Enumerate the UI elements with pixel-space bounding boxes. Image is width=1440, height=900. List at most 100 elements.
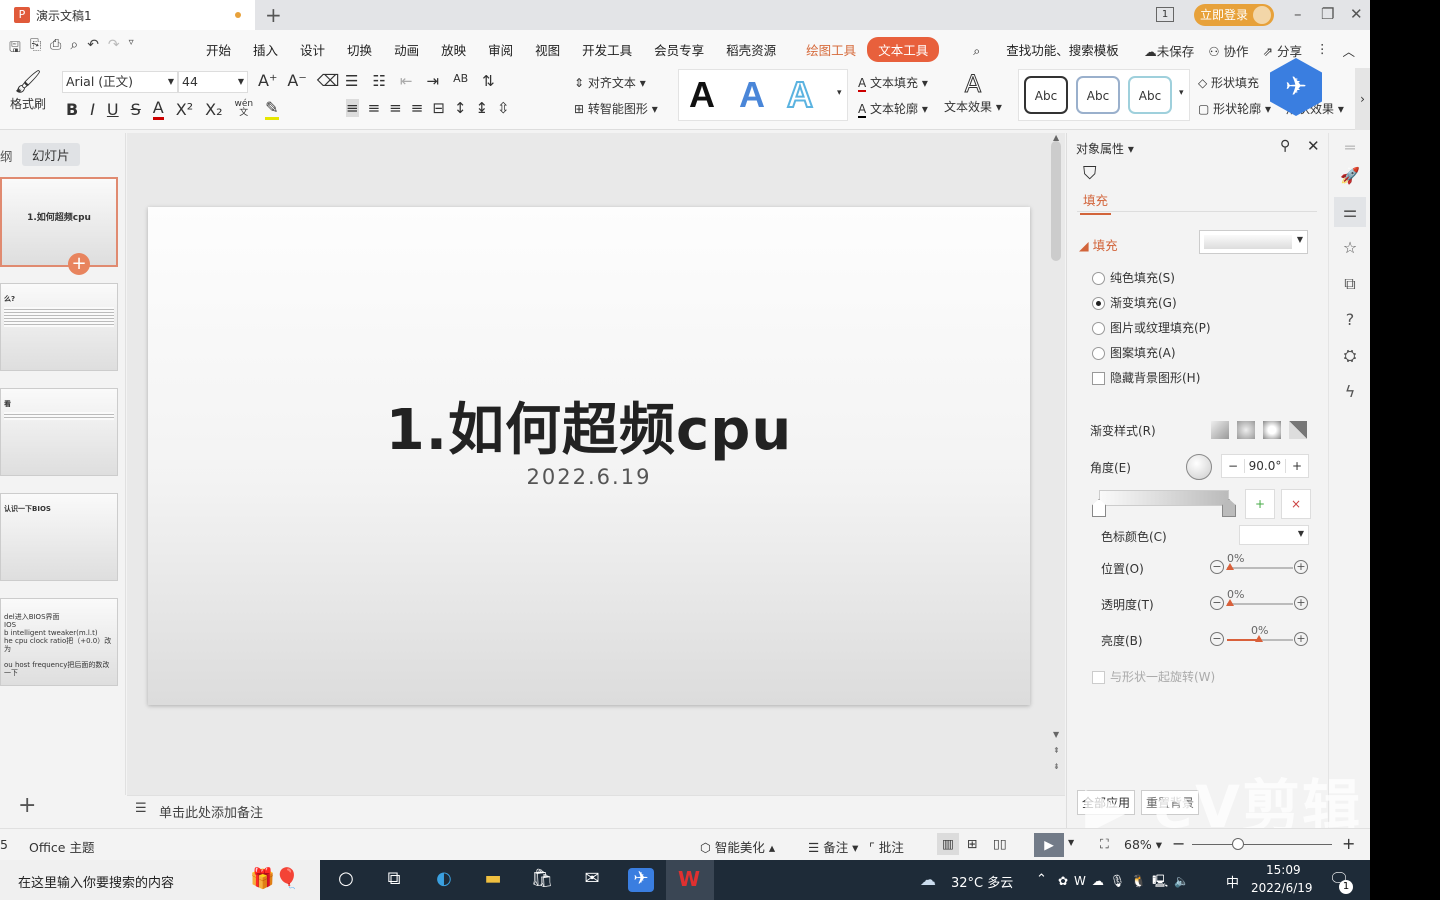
tab-insert[interactable]: 插入: [242, 40, 289, 59]
tab-text-tools[interactable]: 文本工具: [867, 36, 940, 62]
tab-drawing-tools[interactable]: 绘图工具: [795, 40, 867, 59]
wordart-outline[interactable]: A: [786, 73, 814, 116]
fill-section-toggle[interactable]: ◢ 填充: [1079, 235, 1118, 254]
decrease-indent-icon[interactable]: ⇤: [400, 72, 413, 90]
radio-solid-fill[interactable]: 纯色填充(S): [1092, 269, 1175, 286]
increment-button[interactable]: +: [1286, 459, 1308, 473]
decrease-font-icon[interactable]: A⁻: [287, 71, 306, 90]
wordart-black[interactable]: A: [689, 74, 715, 116]
reading-view-icon[interactable]: ▯▯: [993, 836, 1007, 851]
tab-docer[interactable]: 稻壳资源: [715, 40, 787, 59]
radio-picture-fill[interactable]: 图片或纹理填充(P): [1092, 319, 1211, 336]
comments-button[interactable]: ⌜ 批注: [869, 837, 904, 856]
help-icon[interactable]: ?: [1339, 310, 1361, 332]
print-preview-icon[interactable]: ⌕: [70, 37, 78, 61]
customize-dropdown-icon[interactable]: ▿: [129, 37, 134, 61]
tab-view[interactable]: 视图: [524, 40, 571, 59]
distribute-icon[interactable]: ⊟: [432, 99, 445, 117]
slide-thumbnail-4[interactable]: 认识一下BIOS: [0, 493, 118, 581]
hide-background-checkbox[interactable]: 隐藏背景图形(H): [1092, 369, 1200, 386]
scroll-up-icon[interactable]: ▲: [1053, 133, 1059, 142]
transparency-increase-icon[interactable]: +: [1294, 596, 1308, 610]
tab-slideshow[interactable]: 放映: [430, 40, 477, 59]
fit-window-icon[interactable]: ⛶: [1100, 836, 1109, 852]
gradient-path[interactable]: [1289, 421, 1307, 439]
notes-area[interactable]: ☰ 单击此处添加备注: [127, 795, 1065, 825]
shape-style-3[interactable]: Abc: [1128, 76, 1172, 114]
tab-home[interactable]: 开始: [195, 40, 242, 59]
align-right-icon[interactable]: ≡: [389, 99, 402, 117]
chevron-down-icon[interactable]: ▼: [1068, 838, 1074, 847]
taskbar-search[interactable]: 在这里输入你要搜索的内容 🎁🎈: [0, 860, 320, 900]
zoom-in-button[interactable]: +: [1342, 834, 1355, 853]
add-slide-icon[interactable]: +: [68, 253, 90, 275]
tray-expand-icon[interactable]: ⌃: [1036, 872, 1047, 887]
redo-icon[interactable]: ↷: [108, 37, 120, 61]
text-fill-button[interactable]: A 文本填充 ▾: [858, 74, 928, 92]
font-size-select[interactable]: 44 ▼: [178, 71, 248, 93]
cortana-icon[interactable]: ○: [333, 868, 359, 892]
task-view-icon[interactable]: ⧉: [381, 868, 407, 892]
bullet-list-icon[interactable]: ☰: [345, 72, 358, 90]
weather-text[interactable]: 32°C 多云: [951, 872, 1013, 891]
align-left-icon[interactable]: ≡: [346, 99, 359, 117]
clock-time[interactable]: 15:09: [1266, 863, 1301, 877]
undo-icon[interactable]: ↶: [87, 37, 99, 61]
save-icon[interactable]: 🖫: [9, 37, 21, 61]
italic-icon[interactable]: I: [90, 100, 95, 119]
ime-indicator[interactable]: 中: [1226, 872, 1239, 891]
share-button[interactable]: ⇗ 分享: [1263, 41, 1302, 60]
bird-app-icon[interactable]: ✈: [628, 868, 654, 892]
tab-member[interactable]: 会员专享: [643, 40, 715, 59]
increase-font-icon[interactable]: A⁺: [258, 71, 277, 90]
zoom-slider[interactable]: [1192, 844, 1332, 845]
underline-icon[interactable]: U: [107, 100, 119, 119]
transparency-slider[interactable]: [1227, 603, 1293, 605]
close-panel-icon[interactable]: ✕: [1307, 137, 1320, 155]
slide-thumbnail-5[interactable]: del进入BIOS界面 IOS b intelligent tweaker(m.…: [0, 598, 118, 686]
phonetic-guide-icon[interactable]: wén 文: [235, 100, 254, 118]
tab-slides[interactable]: 幻灯片: [22, 143, 80, 166]
slide-thumbnail-3[interactable]: 看: [0, 388, 118, 476]
normal-view-icon[interactable]: ▥: [937, 833, 959, 855]
tab-animations[interactable]: 动画: [383, 40, 430, 59]
pin-icon[interactable]: ⚲: [1280, 138, 1290, 154]
more-icon[interactable]: ⋮: [1316, 41, 1329, 60]
ribbon-scroll-right[interactable]: ›: [1355, 68, 1370, 130]
tab-review[interactable]: 审阅: [477, 40, 524, 59]
wordart-blue[interactable]: A: [739, 74, 765, 116]
zoom-slider-thumb[interactable]: [1232, 838, 1244, 850]
print-icon[interactable]: ⎙: [50, 37, 61, 61]
zoom-level-dropdown[interactable]: 68% ▾: [1124, 837, 1162, 852]
align-center-icon[interactable]: ≡: [368, 99, 381, 117]
slide-switch-icon[interactable]: ⧉: [1339, 274, 1361, 296]
angle-value[interactable]: 90.0°: [1244, 459, 1286, 473]
zoom-out-button[interactable]: −: [1172, 834, 1185, 853]
strikethrough-icon[interactable]: S: [131, 100, 141, 119]
slide-thumbnail-1[interactable]: 1.如何超频cpu: [0, 177, 118, 267]
superscript-icon[interactable]: X²: [176, 100, 193, 119]
shape-style-2[interactable]: Abc: [1076, 76, 1120, 114]
delete-stop-icon[interactable]: ×: [1281, 489, 1311, 519]
radio-gradient-fill[interactable]: 渐变填充(G): [1092, 294, 1177, 311]
gradient-radial[interactable]: [1237, 421, 1255, 439]
align-text-button[interactable]: ⇕ 对齐文本 ▾: [574, 74, 646, 91]
font-color-icon[interactable]: A: [152, 98, 164, 120]
stop-color-dropdown[interactable]: ▼: [1239, 525, 1309, 545]
export-icon[interactable]: ⎘: [30, 37, 41, 61]
clear-format-icon[interactable]: ⌫: [317, 71, 340, 90]
spacing-menu-icon[interactable]: ⇳: [497, 99, 510, 117]
vertical-scrollbar[interactable]: [1051, 141, 1061, 261]
search-box[interactable]: ⌕ 查找功能、搜索模板: [951, 40, 1141, 59]
sort-icon[interactable]: ⇅: [482, 72, 495, 90]
panel-title-dropdown[interactable]: 对象属性 ▾: [1076, 140, 1134, 157]
scroll-page-controls[interactable]: ▼ ⇞ ⇟: [1053, 727, 1060, 775]
gradient-bar[interactable]: [1099, 490, 1229, 506]
unsaved-button[interactable]: ☁未保存: [1144, 41, 1194, 60]
drag-handle-icon[interactable]: ═: [1339, 138, 1361, 160]
theme-name[interactable]: Office 主题: [29, 837, 94, 856]
rotate-with-shape-checkbox[interactable]: 与形状一起旋转(W): [1092, 668, 1215, 685]
properties-icon[interactable]: ⚌: [1334, 197, 1366, 227]
shape-outline-button[interactable]: ▢ 形状轮廓 ▾: [1198, 100, 1271, 117]
angle-stepper[interactable]: −90.0° +: [1221, 454, 1309, 478]
